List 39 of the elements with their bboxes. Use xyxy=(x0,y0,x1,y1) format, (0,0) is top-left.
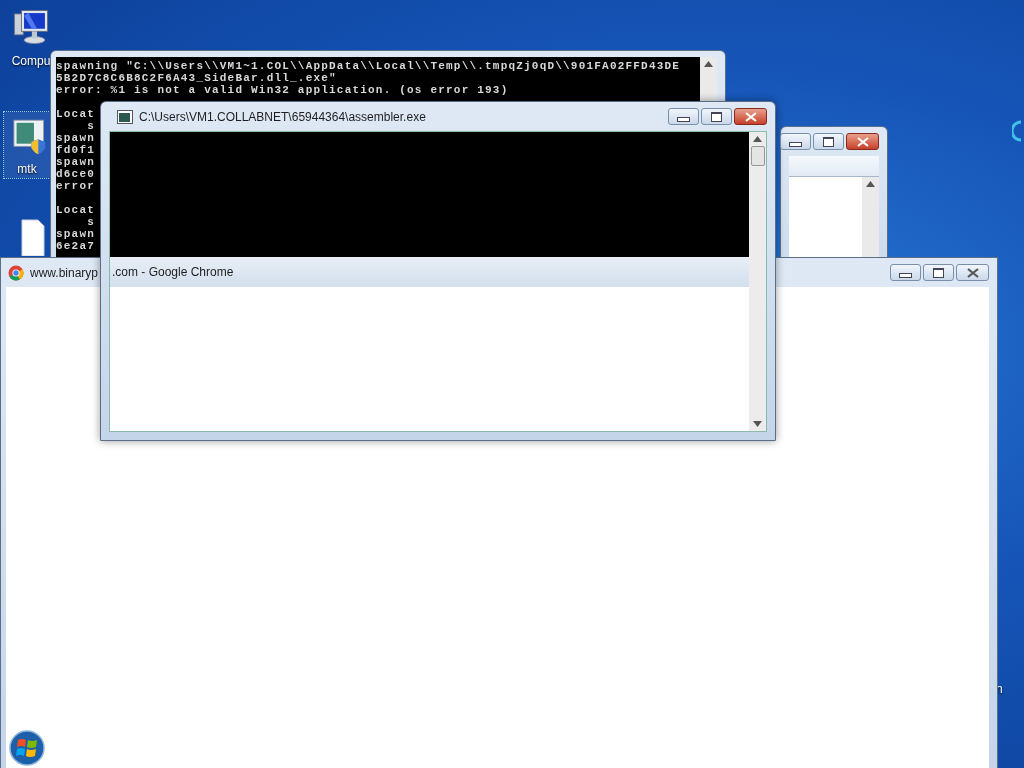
console-line: Locat xyxy=(56,204,95,216)
scroll-up-button[interactable] xyxy=(753,136,762,142)
browser-logo-icon xyxy=(8,264,24,281)
scroll-up-button[interactable] xyxy=(866,181,875,187)
console-line: error xyxy=(56,180,95,192)
scroll-up-button[interactable] xyxy=(704,61,713,67)
console-line: spawn xyxy=(56,132,95,144)
console-line: error: %1 is not a valid Win32 application. (os error 193) xyxy=(56,84,509,96)
scroll-down-button[interactable] xyxy=(753,421,762,427)
close-icon xyxy=(855,136,870,147)
console-line: spawn xyxy=(56,228,95,240)
maximize-button[interactable] xyxy=(923,264,954,281)
scrollbar-thumb[interactable] xyxy=(750,146,765,166)
window-title: www.binaryp xyxy=(30,265,99,280)
window-title: C:\Users\VM1.COLLABNET\65944364\assembler.exe xyxy=(139,109,426,124)
start-button[interactable] xyxy=(9,730,45,766)
close-icon xyxy=(965,267,980,278)
console-line: d6ce0 xyxy=(56,168,95,180)
close-icon xyxy=(743,111,758,122)
maximize-button[interactable] xyxy=(701,108,732,125)
close-button[interactable] xyxy=(734,108,767,125)
console-line: Locat xyxy=(56,108,95,120)
icon-label: Compu xyxy=(11,54,51,68)
icon-label: mtk xyxy=(17,162,37,176)
console-line: spawning "C:\\Users\\VM1~1.COL\\AppData\\Local\\Temp\\.tmpqZj0qD\\901FA02FFD43DE xyxy=(56,60,681,72)
minimize-button[interactable] xyxy=(668,108,699,125)
console-line: s xyxy=(86,216,95,228)
minimize-button[interactable] xyxy=(780,133,811,150)
close-button[interactable] xyxy=(846,133,879,150)
console-line: fd0f1 xyxy=(56,144,95,156)
minimize-button[interactable] xyxy=(890,264,921,281)
console-icon xyxy=(117,109,133,124)
maximize-button[interactable] xyxy=(813,133,844,150)
console-line: s xyxy=(86,120,95,132)
console-line: 5B2D7C8C6B8C2F6A43_SideBar.dll_.exe" xyxy=(56,72,337,84)
console-line: spawn xyxy=(56,156,95,168)
window-title: .com - Google Chrome xyxy=(112,265,234,279)
close-button[interactable] xyxy=(956,264,989,281)
console-line: 6e2a7 xyxy=(56,240,95,252)
